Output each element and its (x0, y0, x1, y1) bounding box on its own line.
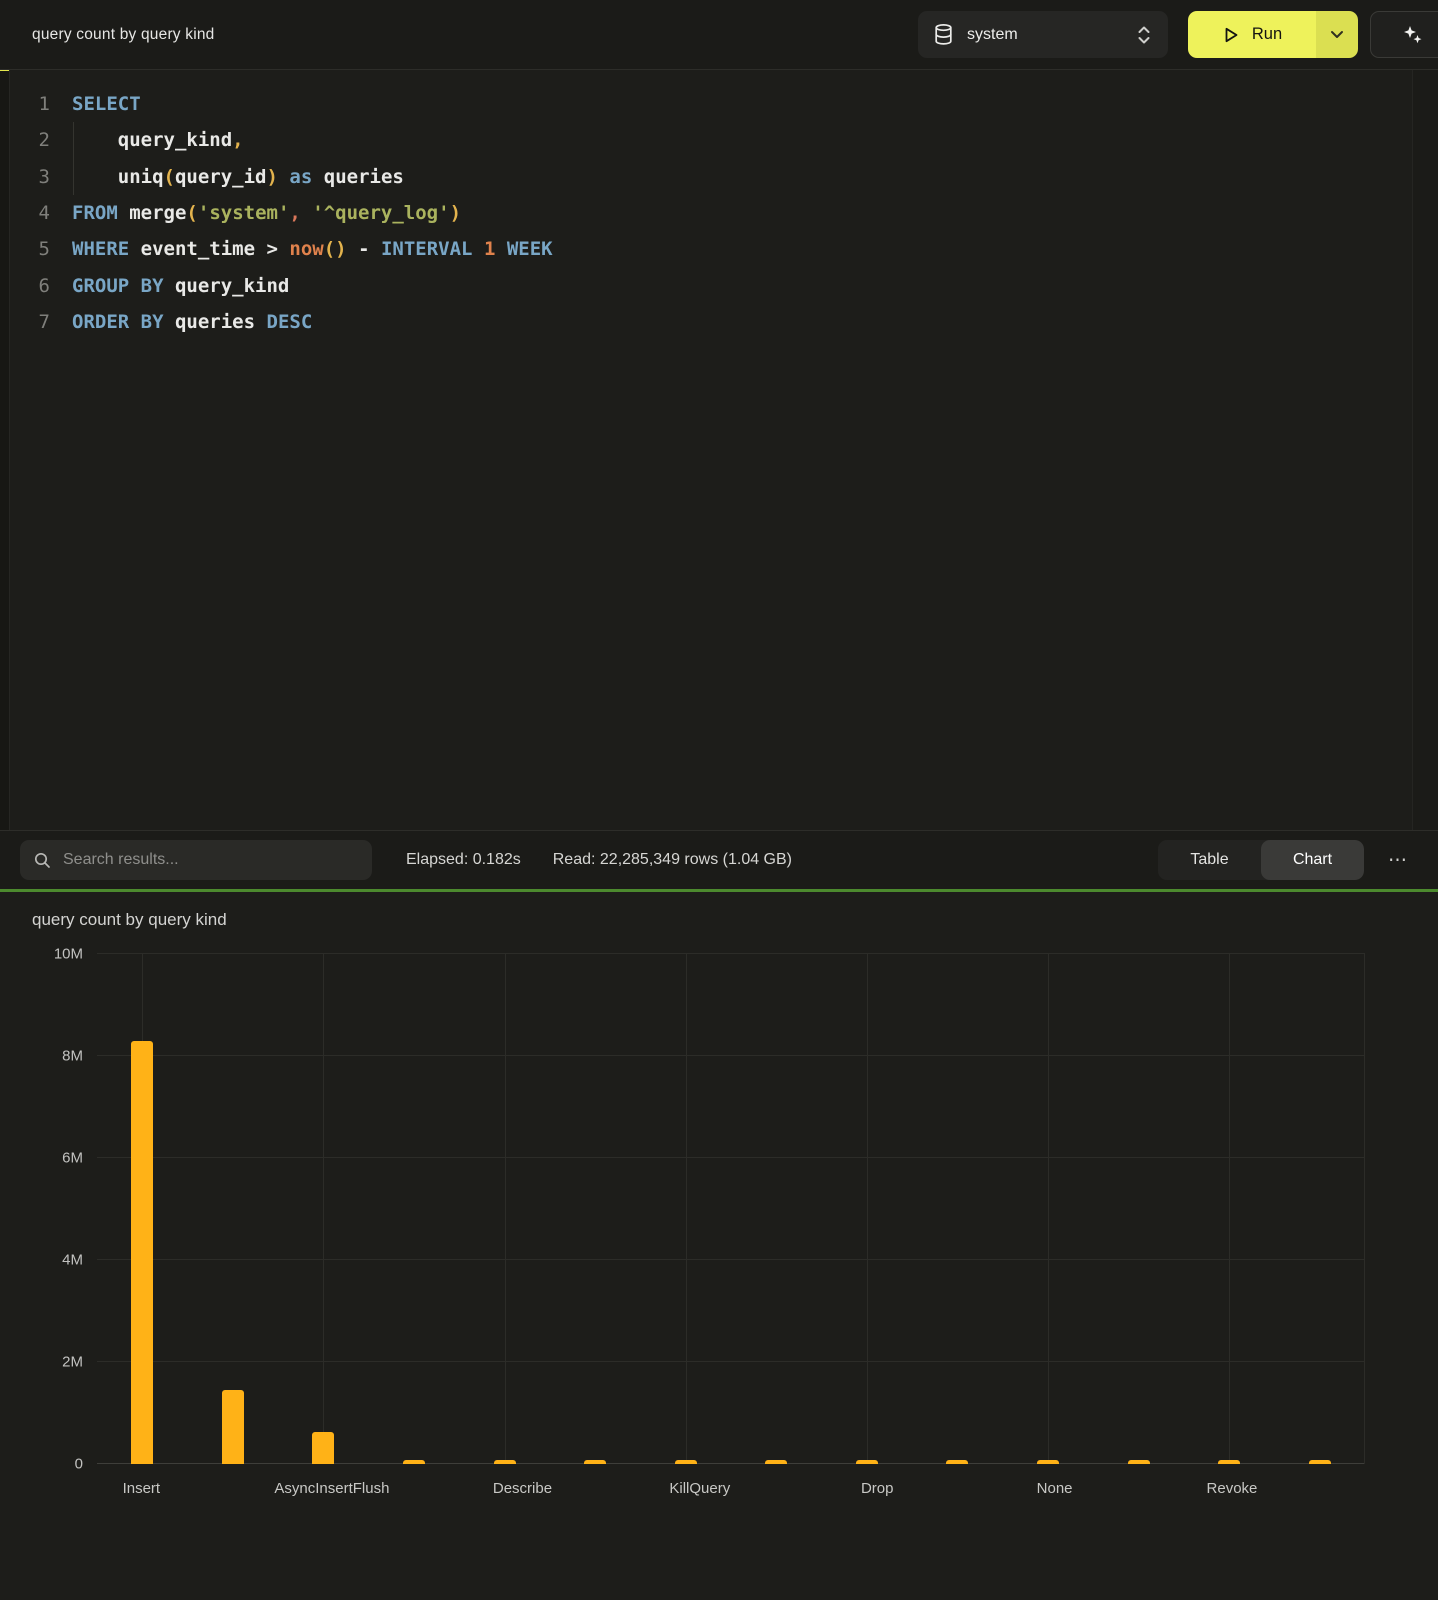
editor-scrollbar-track[interactable] (1412, 70, 1438, 830)
x-axis-label: Describe (478, 1480, 567, 1497)
x-axis-label (1276, 1480, 1365, 1497)
code-line: 3 uniq(query_id) as queries (10, 159, 1438, 195)
x-axis-label (1099, 1480, 1188, 1497)
more-options-button[interactable]: ⋯ (1382, 845, 1414, 876)
chart-plot: 02M4M6M8M10M (97, 954, 1365, 1464)
database-name: system (967, 26, 1136, 44)
code-line: 4FROM merge('system', '^query_log') (10, 195, 1438, 231)
x-axis-label: KillQuery (655, 1480, 744, 1497)
x-axis-label: AsyncInsertFlush (274, 1480, 389, 1497)
bar-category-14[interactable] (1309, 1460, 1331, 1464)
bar-cell (369, 954, 460, 1464)
x-axis-label: Insert (97, 1480, 186, 1497)
bar-cell (459, 954, 550, 1464)
run-button-group: Run (1188, 11, 1358, 58)
bar-Drop[interactable] (856, 1460, 878, 1464)
bar-cell (188, 954, 279, 1464)
x-axis-label (744, 1480, 833, 1497)
bar-cell (97, 954, 188, 1464)
bar-KillQuery[interactable] (675, 1460, 697, 1464)
bar-AsyncInsertFlush[interactable] (312, 1432, 334, 1464)
x-axis-label (567, 1480, 656, 1497)
search-input[interactable] (63, 851, 358, 869)
bar-Insert[interactable] (131, 1041, 153, 1464)
run-button[interactable]: Run (1188, 11, 1316, 58)
database-selector[interactable]: system (918, 11, 1168, 58)
x-axis-labels: Insert AsyncInsertFlush Describe KillQuery D… (0, 1464, 1438, 1497)
bar-cell (1275, 954, 1366, 1464)
bar-cell (278, 954, 369, 1464)
bar-category-6[interactable] (584, 1460, 606, 1464)
bar-series (97, 954, 1365, 1464)
sparkles-icon (1401, 23, 1425, 47)
read-stat: Read: 22,285,349 rows (1.04 GB) (553, 851, 1158, 869)
line-number: 6 (10, 275, 50, 297)
y-axis-tick-label: 6M (35, 1150, 83, 1167)
elapsed-stat: Elapsed: 0.182s (406, 851, 521, 869)
chart-panel: query count by query kind 02M4M6M8M10M I… (0, 892, 1438, 1598)
chart-area: 02M4M6M8M10M (0, 930, 1438, 1464)
code-line: 5WHERE event_time > now() - INTERVAL 1 W… (10, 231, 1438, 267)
bar-cell (912, 954, 1003, 1464)
y-axis-tick-label: 8M (35, 1048, 83, 1065)
bar-cell (640, 954, 731, 1464)
sidebar-edge (0, 70, 10, 830)
x-axis-label (186, 1480, 275, 1497)
search-box (20, 840, 372, 880)
bar-category-12[interactable] (1128, 1460, 1150, 1464)
page-title: query count by query kind (32, 26, 918, 44)
bar-category-10[interactable] (946, 1460, 968, 1464)
line-number: 2 (10, 129, 50, 151)
chart-title: query count by query kind (0, 910, 1438, 930)
chevron-down-icon (1330, 30, 1344, 39)
editor-tab-marker (0, 70, 9, 71)
line-number: 3 (10, 166, 50, 188)
x-axis-label (389, 1480, 478, 1497)
y-axis-tick-label: 10M (35, 946, 83, 963)
bar-cell (1184, 954, 1275, 1464)
code-line: 6GROUP BY query_kind (10, 267, 1438, 303)
y-axis-tick-label: 0 (35, 1456, 83, 1473)
bar-category-4[interactable] (403, 1460, 425, 1464)
run-label: Run (1252, 25, 1282, 44)
x-axis-label: None (1010, 1480, 1099, 1497)
bar-Describe[interactable] (494, 1460, 516, 1464)
play-icon (1222, 26, 1240, 44)
database-icon (934, 24, 953, 45)
bar-category-8[interactable] (765, 1460, 787, 1464)
results-toolbar: Elapsed: 0.182s Read: 22,285,349 rows (1… (0, 830, 1438, 889)
search-icon (34, 852, 51, 869)
y-axis-tick-label: 4M (35, 1252, 83, 1269)
bar-None[interactable] (1037, 1460, 1059, 1464)
code-line: 1SELECT (10, 86, 1438, 122)
code-line: 7ORDER BY queries DESC (10, 304, 1438, 340)
x-axis-label (922, 1480, 1011, 1497)
run-options-button[interactable] (1316, 11, 1358, 58)
bar-cell (1003, 954, 1094, 1464)
code-lines: 1SELECT2 query_kind,3 uniq(query_id) as … (0, 86, 1438, 340)
bar-cell (1093, 954, 1184, 1464)
line-number: 5 (10, 238, 50, 260)
tab-table[interactable]: Table (1158, 840, 1261, 880)
line-number: 7 (10, 311, 50, 333)
y-axis-tick-label: 2M (35, 1354, 83, 1371)
bar-Revoke[interactable] (1218, 1460, 1240, 1464)
bar-cell (731, 954, 822, 1464)
sql-editor[interactable]: 1SELECT2 query_kind,3 uniq(query_id) as … (0, 70, 1438, 830)
tab-chart[interactable]: Chart (1261, 840, 1364, 880)
bar-category-2[interactable] (222, 1390, 244, 1464)
header-bar: query count by query kind system Run (0, 0, 1438, 70)
x-axis-label: Revoke (1188, 1480, 1277, 1497)
line-number: 4 (10, 202, 50, 224)
code-line: 2 query_kind, (10, 122, 1438, 158)
line-number: 1 (10, 93, 50, 115)
chevron-updown-icon (1136, 24, 1152, 46)
ai-assist-button[interactable] (1370, 11, 1438, 58)
x-axis-label: Drop (833, 1480, 922, 1497)
bar-cell (550, 954, 641, 1464)
bar-cell (822, 954, 913, 1464)
view-toggle: Table Chart (1158, 840, 1364, 880)
